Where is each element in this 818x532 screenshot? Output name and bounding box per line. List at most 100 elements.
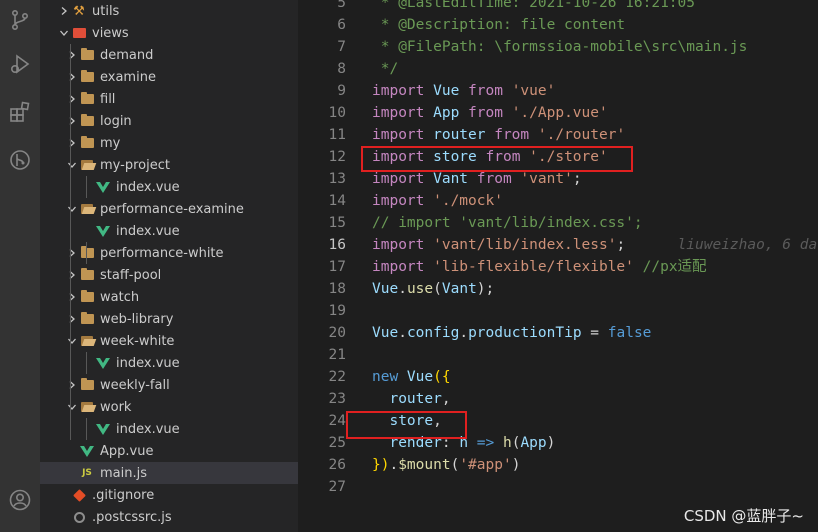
git-graph-icon[interactable] xyxy=(0,140,40,180)
chevron-right-icon[interactable] xyxy=(64,132,80,154)
code-line[interactable]: 18 Vue.use(Vant); xyxy=(298,278,818,300)
indent-guide xyxy=(86,418,87,440)
chevron-right-icon[interactable] xyxy=(64,66,80,88)
tree-folder[interactable]: web-library xyxy=(40,308,298,330)
folder-icon xyxy=(80,110,94,132)
code-token: import xyxy=(372,237,434,253)
code-text: import 'vant/lib/index.less'; liuweizhao… xyxy=(372,234,817,256)
code-line[interactable]: 8 */ xyxy=(298,58,818,80)
line-number: 6 xyxy=(337,17,346,33)
tree-file[interactable]: App.vue xyxy=(40,440,298,462)
code-token: . xyxy=(459,325,469,341)
chevron-right-icon[interactable] xyxy=(64,374,80,396)
tree-folder[interactable]: my-project xyxy=(40,154,298,176)
chevron-down-icon[interactable] xyxy=(64,154,80,176)
code-line[interactable]: 22 new Vue({ xyxy=(298,366,818,388)
indent-guide xyxy=(86,352,87,374)
code-line[interactable]: 21 xyxy=(298,344,818,366)
code-token: . xyxy=(389,457,399,473)
line-number: 13 xyxy=(328,171,346,187)
tree-item-label: fill xyxy=(100,91,116,107)
chevron-right-icon[interactable] xyxy=(64,242,80,264)
code-line[interactable]: 17 import 'lib-flexible/flexible' //px适配 xyxy=(298,256,818,278)
code-text: Vue.config.productionTip = false xyxy=(372,322,651,344)
code-line[interactable]: 23 router, xyxy=(298,388,818,410)
chevron-right-icon[interactable] xyxy=(64,286,80,308)
tree-folder[interactable]: week-white xyxy=(40,330,298,352)
code-line[interactable]: 27 xyxy=(298,476,818,498)
account-icon[interactable] xyxy=(0,480,40,520)
tree-folder[interactable]: my xyxy=(40,132,298,154)
folder-icon xyxy=(80,264,94,286)
code-token: Vant xyxy=(441,281,477,297)
chevron-right-icon[interactable] xyxy=(64,110,80,132)
code-token: from xyxy=(468,83,512,99)
tree-folder[interactable]: weekly-fall xyxy=(40,374,298,396)
indent-guide xyxy=(86,242,87,264)
code-line[interactable]: 9 import Vue from 'vue' xyxy=(298,80,818,102)
tree-file[interactable]: .gitignore xyxy=(40,484,298,506)
line-number: 14 xyxy=(328,193,346,209)
code-line[interactable]: 6 * @Description: file content xyxy=(298,14,818,36)
folder-icon xyxy=(80,44,94,66)
code-token: Vue xyxy=(372,281,399,297)
tree-file[interactable]: index.vue xyxy=(40,220,298,242)
views-folder-icon xyxy=(72,22,86,44)
tree-file[interactable]: index.vue xyxy=(40,176,298,198)
code-token: ; xyxy=(572,171,582,187)
code-line[interactable]: 19 xyxy=(298,300,818,322)
source-control-icon[interactable] xyxy=(0,0,40,40)
chevron-right-icon[interactable] xyxy=(56,0,72,22)
chevron-down-icon[interactable] xyxy=(64,198,80,220)
tree-folder[interactable]: views xyxy=(40,22,298,44)
extensions-icon[interactable] xyxy=(0,92,40,132)
tree-folder[interactable]: ⚒ utils xyxy=(40,0,298,22)
chevron-down-icon[interactable] xyxy=(64,396,80,418)
run-debug-icon[interactable] xyxy=(0,44,40,84)
code-line[interactable]: 10 import App from './App.vue' xyxy=(298,102,818,124)
tree-folder[interactable]: watch xyxy=(40,286,298,308)
tree-item-label: index.vue xyxy=(116,355,180,371)
tree-item-label: work xyxy=(100,399,132,415)
chevron-right-icon[interactable] xyxy=(64,264,80,286)
chevron-down-icon[interactable] xyxy=(56,22,72,44)
tree-folder[interactable]: staff-pool xyxy=(40,264,298,286)
tree-folder[interactable]: examine xyxy=(40,66,298,88)
chevron-right-icon[interactable] xyxy=(64,44,80,66)
code-line[interactable]: 15 // import 'vant/lib/index.css'; xyxy=(298,212,818,234)
tree-item-label: examine xyxy=(100,69,156,85)
tree-folder[interactable]: performance-examine xyxy=(40,198,298,220)
code-token: , xyxy=(441,391,451,407)
code-line[interactable]: 14 import './mock' xyxy=(298,190,818,212)
code-text: * @FilePath: \formssioa-mobile\src\main.… xyxy=(372,36,748,58)
code-token: // import 'vant/lib/index.css'; xyxy=(372,215,643,231)
tree-file[interactable]: index.vue xyxy=(40,352,298,374)
tree-folder[interactable]: work xyxy=(40,396,298,418)
tree-file[interactable]: index.vue xyxy=(40,418,298,440)
code-line[interactable]: 26}).$mount('#app') xyxy=(298,454,818,476)
tree-item-label: weekly-fall xyxy=(100,377,170,393)
tree-folder[interactable]: performance-white xyxy=(40,242,298,264)
tree-folder[interactable]: demand xyxy=(40,44,298,66)
tree-item-label: my xyxy=(100,135,121,151)
chevron-down-icon[interactable] xyxy=(64,330,80,352)
tree-file[interactable]: JS main.js xyxy=(40,462,298,484)
chevron-right-icon[interactable] xyxy=(64,308,80,330)
folder-open-icon xyxy=(80,330,94,352)
tree-folder[interactable]: fill xyxy=(40,88,298,110)
code-line[interactable]: 7 * @FilePath: \formssioa-mobile\src\mai… xyxy=(298,36,818,58)
code-token: ) xyxy=(511,457,521,473)
tree-file[interactable]: .postcssrc.js xyxy=(40,506,298,528)
activity-bar xyxy=(0,0,40,532)
code-editor[interactable]: 5 * @LastEditTime: 2021-10-26 16:21:05 6 … xyxy=(298,0,818,532)
code-line[interactable]: 16 import 'vant/lib/index.less'; liuweizh… xyxy=(298,234,818,256)
line-number: 23 xyxy=(328,391,346,407)
code-line[interactable]: 20 Vue.config.productionTip = false xyxy=(298,322,818,344)
code-line[interactable]: 11 import router from './router' xyxy=(298,124,818,146)
chevron-right-icon[interactable] xyxy=(64,88,80,110)
code-line[interactable]: 5 * @LastEditTime: 2021-10-26 16:21:05 xyxy=(298,0,818,14)
line-number: 20 xyxy=(328,325,346,341)
tree-folder[interactable]: login xyxy=(40,110,298,132)
code-token: productionTip xyxy=(468,325,582,341)
tree-item-label: performance-white xyxy=(100,245,224,261)
